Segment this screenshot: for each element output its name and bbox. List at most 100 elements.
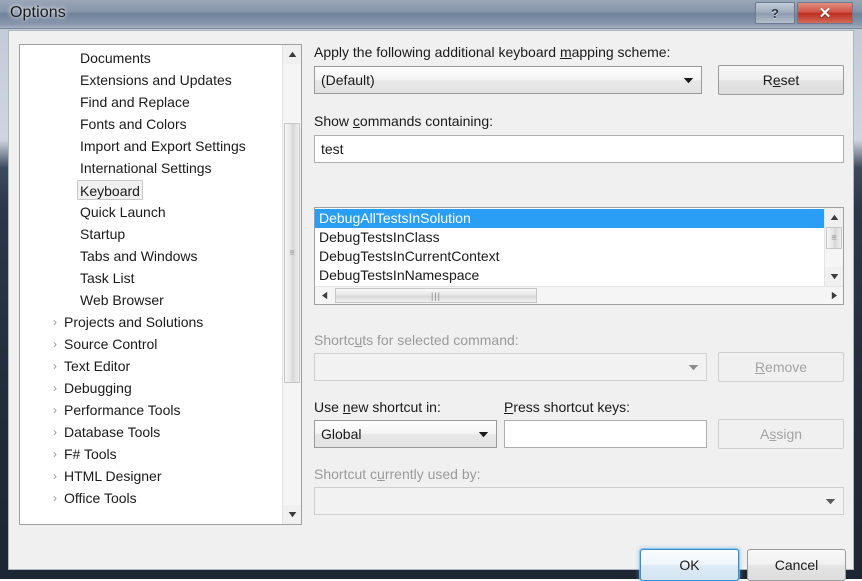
mapping-scheme-label: Apply the following additional keyboard …: [314, 44, 670, 60]
command-list-item[interactable]: DebugAllTestsInSolution: [315, 209, 824, 228]
commands-scroll-right-icon[interactable]: [825, 287, 843, 304]
tree-scroll-up-icon[interactable]: [283, 45, 301, 64]
title-bar: Options ? ✕: [0, 0, 862, 29]
tree-item[interactable]: Task List: [20, 267, 282, 289]
tree-scrollbar-thumb[interactable]: ≡: [284, 123, 300, 383]
commands-horizontal-scrollbar[interactable]: |||: [315, 286, 843, 304]
chevron-right-icon[interactable]: ›: [49, 377, 61, 399]
tree-item[interactable]: › Performance Tools: [20, 399, 282, 421]
command-filter-input[interactable]: test: [314, 135, 844, 163]
tree-item[interactable]: › Projects and Solutions: [20, 311, 282, 333]
commands-thumb-grip: ≡: [831, 232, 837, 243]
tree-thumb-grip: ≡: [289, 247, 295, 258]
tree-item[interactable]: Fonts and Colors: [20, 113, 282, 135]
shortcut-scope-value: Global: [321, 426, 362, 442]
shortcut-currently-used-by-combo[interactable]: [314, 487, 844, 515]
tree-item-label: Text Editor: [64, 358, 131, 374]
shortcuts-label-pre: Shortc: [314, 332, 355, 348]
tree-item[interactable]: Import and Export Settings: [20, 135, 282, 157]
tree-item-label: Database Tools: [64, 424, 161, 440]
tree-item[interactable]: Quick Launch: [20, 201, 282, 223]
mapping-scheme-combo[interactable]: (Default): [314, 66, 702, 94]
show-commands-label: Show commands containing:: [314, 113, 493, 129]
cancel-button-label: Cancel: [774, 557, 819, 573]
chevron-right-icon[interactable]: ›: [49, 465, 61, 487]
presskeys-label-accel: P: [504, 399, 514, 415]
chevron-right-icon[interactable]: ›: [49, 487, 61, 509]
tree-item-label: Projects and Solutions: [64, 314, 204, 330]
tree-item[interactable]: Keyboard: [20, 179, 282, 201]
scope-label-post: ew shortcut in:: [350, 399, 441, 415]
scope-label-pre: Use: [314, 399, 343, 415]
shortcut-currently-used-by-label: Shortcut currently used by:: [314, 466, 481, 482]
tree-item[interactable]: Web Browser: [20, 289, 282, 311]
reset-button[interactable]: Reset: [718, 65, 844, 95]
shortcuts-label-post: ts for selected command:: [362, 332, 519, 348]
commands-scroll-left-icon[interactable]: [315, 287, 333, 304]
usedby-label-pre: Shortcut c: [314, 466, 378, 482]
cancel-button[interactable]: Cancel: [747, 549, 846, 581]
chevron-right-icon[interactable]: ›: [49, 399, 61, 421]
mapping-scheme-label-pre: Apply the following additional keyboard: [314, 44, 560, 60]
options-category-tree[interactable]: Documents Extensions and Updates Find and …: [19, 44, 302, 525]
tree-scroll-down-icon[interactable]: [283, 505, 301, 524]
press-shortcut-keys-input[interactable]: [504, 420, 707, 448]
presskeys-label-post: ress shortcut keys:: [513, 399, 631, 415]
commands-hscrollbar-thumb[interactable]: |||: [335, 288, 537, 303]
tree-item[interactable]: › Text Editor: [20, 355, 282, 377]
tree-vertical-scrollbar[interactable]: ≡: [282, 45, 301, 524]
chevron-right-icon[interactable]: ›: [49, 311, 61, 333]
show-commands-label-pre: Show: [314, 113, 353, 129]
close-icon[interactable]: ✕: [797, 2, 853, 24]
tree-item[interactable]: Startup: [20, 223, 282, 245]
assign-shortcut-button[interactable]: Assign: [718, 419, 844, 449]
commands-vertical-scrollbar[interactable]: ≡: [824, 208, 843, 286]
tree-item[interactable]: Documents: [20, 47, 282, 69]
help-glyph: ?: [771, 5, 779, 21]
remove-shortcut-button[interactable]: Remove: [718, 352, 844, 382]
tree-item[interactable]: › Debugging: [20, 377, 282, 399]
remove-button-label: Remove: [754, 359, 808, 375]
tree-item[interactable]: International Settings: [20, 157, 282, 179]
chevron-right-icon[interactable]: ›: [49, 333, 61, 355]
command-list-item[interactable]: DebugTestsInNamespace: [315, 266, 824, 285]
commands-scrollbar-thumb[interactable]: ≡: [826, 227, 842, 249]
chevron-right-icon[interactable]: ›: [49, 421, 61, 443]
usedby-label-post: rrently used by:: [384, 466, 481, 482]
command-list-item[interactable]: DebugTestsInClass: [315, 228, 824, 247]
commands-scroll-down-icon[interactable]: [825, 267, 843, 286]
tree-item-label: Debugging: [64, 380, 132, 396]
chevron-right-icon[interactable]: ›: [49, 355, 61, 377]
mapping-scheme-value: (Default): [321, 72, 375, 88]
commands-scroll-up-icon[interactable]: [825, 208, 843, 227]
keyboard-options-page: Apply the following additional keyboard …: [312, 44, 845, 525]
chevron-down-icon: [478, 421, 489, 447]
shortcuts-for-command-combo[interactable]: [314, 353, 707, 381]
tree-item-label: F# Tools: [64, 446, 117, 462]
mapping-scheme-label-accel: m: [559, 44, 572, 60]
tree-item-label: Find and Replace: [80, 94, 190, 110]
scope-label-accel: n: [342, 399, 351, 415]
tree-items-container: Documents Extensions and Updates Find and …: [20, 45, 282, 524]
tree-item[interactable]: › Database Tools: [20, 421, 282, 443]
chevron-right-icon[interactable]: ›: [49, 443, 61, 465]
command-list-item[interactable]: DebugTestsInCurrentContext: [315, 247, 824, 266]
commands-listbox[interactable]: DebugAllTestsInSolution DebugTestsInClass…: [314, 207, 844, 305]
tree-item[interactable]: Tabs and Windows: [20, 245, 282, 267]
tree-item[interactable]: Find and Replace: [20, 91, 282, 113]
tree-item[interactable]: › HTML Designer: [20, 465, 282, 487]
shortcuts-for-command-label: Shortcuts for selected command:: [314, 332, 519, 348]
close-glyph: ✕: [818, 5, 832, 22]
help-icon[interactable]: ?: [755, 2, 795, 24]
tree-item[interactable]: › Office Tools: [20, 487, 282, 509]
mapping-scheme-label-post: apping scheme:: [571, 44, 671, 60]
chevron-down-icon: [688, 354, 699, 380]
shortcut-scope-combo[interactable]: Global: [314, 420, 497, 448]
tree-item[interactable]: Extensions and Updates: [20, 69, 282, 91]
tree-item[interactable]: › Source Control: [20, 333, 282, 355]
tree-item-label: Startup: [80, 226, 126, 242]
use-new-shortcut-in-label: Use new shortcut in:: [314, 399, 441, 415]
tree-item[interactable]: › F# Tools: [20, 443, 282, 465]
tree-item-label: Source Control: [64, 336, 158, 352]
ok-button[interactable]: OK: [640, 549, 739, 581]
